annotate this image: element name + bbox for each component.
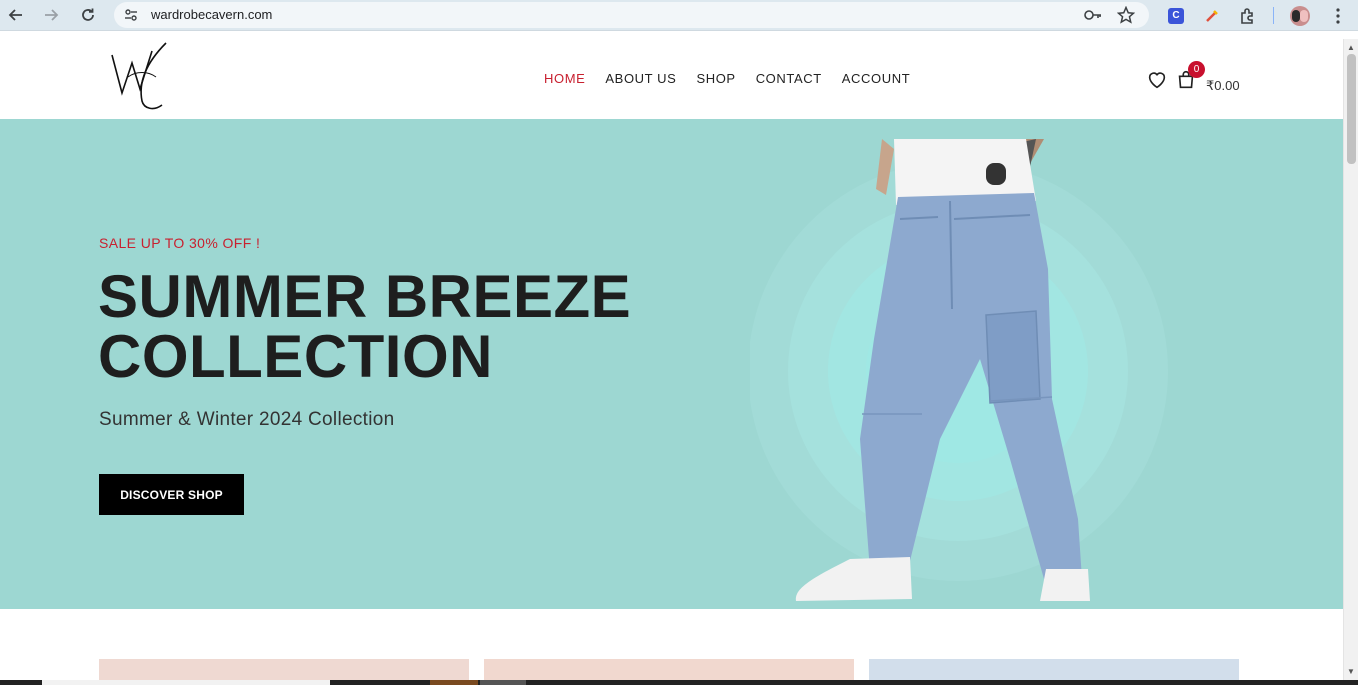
main-nav: HOME ABOUT US SHOP CONTACT ACCOUNT (544, 71, 930, 86)
extension-c-icon[interactable]: C (1165, 5, 1187, 27)
back-button[interactable] (4, 4, 28, 26)
hero-title-line-2: COLLECTION (98, 323, 493, 390)
nav-home[interactable]: HOME (544, 71, 585, 86)
back-arrow-icon (8, 9, 22, 21)
reload-button[interactable] (76, 4, 100, 26)
scroll-up-arrow-icon[interactable]: ▲ (1347, 43, 1355, 52)
forward-arrow-icon (45, 9, 59, 21)
wishlist-heart-icon[interactable] (1146, 69, 1168, 91)
hero-title-line-1: SUMMER BREEZE (98, 263, 632, 330)
browser-toolbar: wardrobecavern.com C (0, 0, 1358, 31)
cart-count-badge: 0 (1188, 61, 1205, 78)
nav-about-us[interactable]: ABOUT US (605, 71, 676, 86)
url-text[interactable]: wardrobecavern.com (151, 7, 272, 22)
hero-subtitle: Summer & Winter 2024 Collection (99, 409, 395, 430)
hero-title: SUMMER BREEZE COLLECTION (98, 267, 631, 387)
nav-contact[interactable]: CONTACT (756, 71, 822, 86)
forward-button[interactable] (39, 4, 63, 26)
extension-color-picker-icon[interactable] (1201, 5, 1223, 27)
extensions-puzzle-icon[interactable] (1237, 5, 1259, 27)
site-settings-icon[interactable] (124, 8, 138, 22)
page-scrollbar[interactable]: ▲ ▼ (1343, 39, 1358, 685)
toolbar-divider (1273, 7, 1274, 24)
wc-logo-icon (111, 42, 167, 110)
cart-total[interactable]: ₹0.00 (1206, 78, 1240, 94)
taskbar-strip (0, 680, 1358, 685)
model-image (795, 139, 1090, 601)
hero-banner: SALE UP TO 30% OFF ! SUMMER BREEZE COLLE… (0, 119, 1343, 609)
site-header: HOME ABOUT US SHOP CONTACT ACCOUNT 0 ₹0.… (0, 39, 1343, 119)
reload-icon (82, 8, 94, 21)
discover-shop-button[interactable]: DISCOVER SHOP (99, 474, 244, 515)
bookmark-star-icon[interactable] (1117, 6, 1135, 24)
site-logo[interactable] (108, 41, 172, 113)
chrome-menu-icon[interactable] (1327, 5, 1349, 27)
nav-shop[interactable]: SHOP (696, 71, 735, 86)
scrollbar-thumb[interactable] (1347, 54, 1356, 164)
address-bar[interactable]: wardrobecavern.com (114, 2, 1149, 28)
sale-label: SALE UP TO 30% OFF ! (99, 235, 261, 251)
profile-avatar[interactable] (1289, 5, 1311, 27)
page: HOME ABOUT US SHOP CONTACT ACCOUNT 0 ₹0.… (0, 39, 1343, 685)
nav-account[interactable]: ACCOUNT (842, 71, 910, 86)
scroll-down-arrow-icon[interactable]: ▼ (1347, 667, 1355, 676)
password-key-icon[interactable] (1084, 8, 1102, 22)
